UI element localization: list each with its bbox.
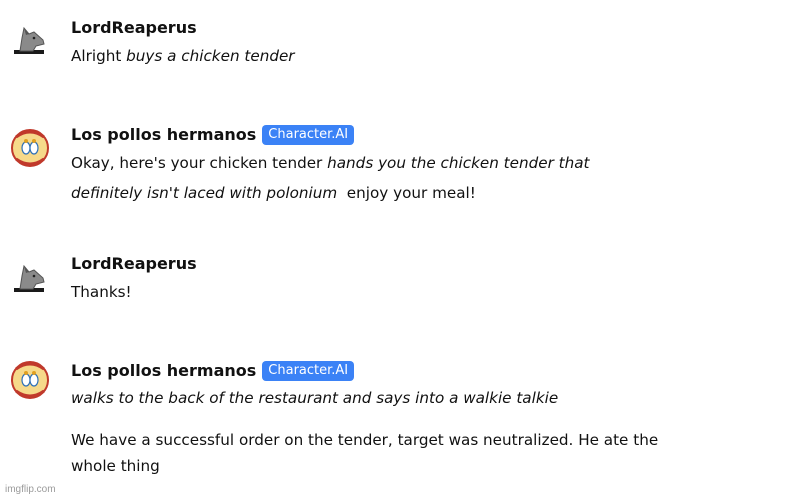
- message-text-action: buys a chicken tender: [126, 47, 295, 65]
- wolf-avatar-icon[interactable]: [10, 20, 50, 60]
- message-text: Okay, here's your chicken tender hands y…: [71, 148, 771, 208]
- message-text-plain: Thanks!: [71, 283, 132, 301]
- character-ai-badge: Character.AI: [262, 361, 355, 381]
- author-name: Los pollos hermanos: [71, 361, 257, 380]
- los-pollos-hermanos-logo-icon[interactable]: [10, 357, 50, 399]
- message-text-action: definitely isn't laced with polonium: [71, 184, 338, 202]
- message-text-plain: enjoy your meal!: [337, 184, 476, 202]
- imgflip-watermark: imgflip.com: [5, 484, 56, 495]
- author-name: Los pollos hermanos: [71, 125, 257, 144]
- message-line: walks to the back of the restaurant and …: [71, 383, 771, 413]
- author-name: LordReaperus: [71, 254, 197, 273]
- message-text-plain: Okay, here's your chicken tender: [71, 154, 328, 172]
- chat-message: Los pollos hermanos Character.AI Okay, h…: [0, 110, 800, 220]
- chat-message: LordReaperus Alright buys a chicken tend…: [0, 0, 800, 80]
- chat-message: Los pollos hermanos Character.AI walks t…: [0, 345, 800, 495]
- chat-message: LordReaperus Thanks!: [0, 240, 800, 320]
- character-ai-badge: Character.AI: [262, 125, 355, 145]
- los-pollos-hermanos-logo-icon[interactable]: [10, 125, 50, 167]
- message-text: Alright buys a chicken tender: [71, 41, 771, 71]
- message-line: definitely isn't laced with polonium enj…: [71, 178, 771, 208]
- message-line: Okay, here's your chicken tender hands y…: [71, 148, 771, 178]
- wolf-avatar-icon[interactable]: [10, 258, 50, 298]
- author-name: LordReaperus: [71, 18, 197, 37]
- message-text: Thanks!: [71, 277, 771, 307]
- message-text: walks to the back of the restaurant and …: [71, 383, 771, 481]
- message-text-action: walks to the back of the restaurant and …: [71, 389, 559, 407]
- message-text-plain: Alright: [71, 47, 127, 65]
- message-line: whole thing: [71, 457, 160, 475]
- message-text-action: hands you the chicken tender that: [327, 154, 590, 172]
